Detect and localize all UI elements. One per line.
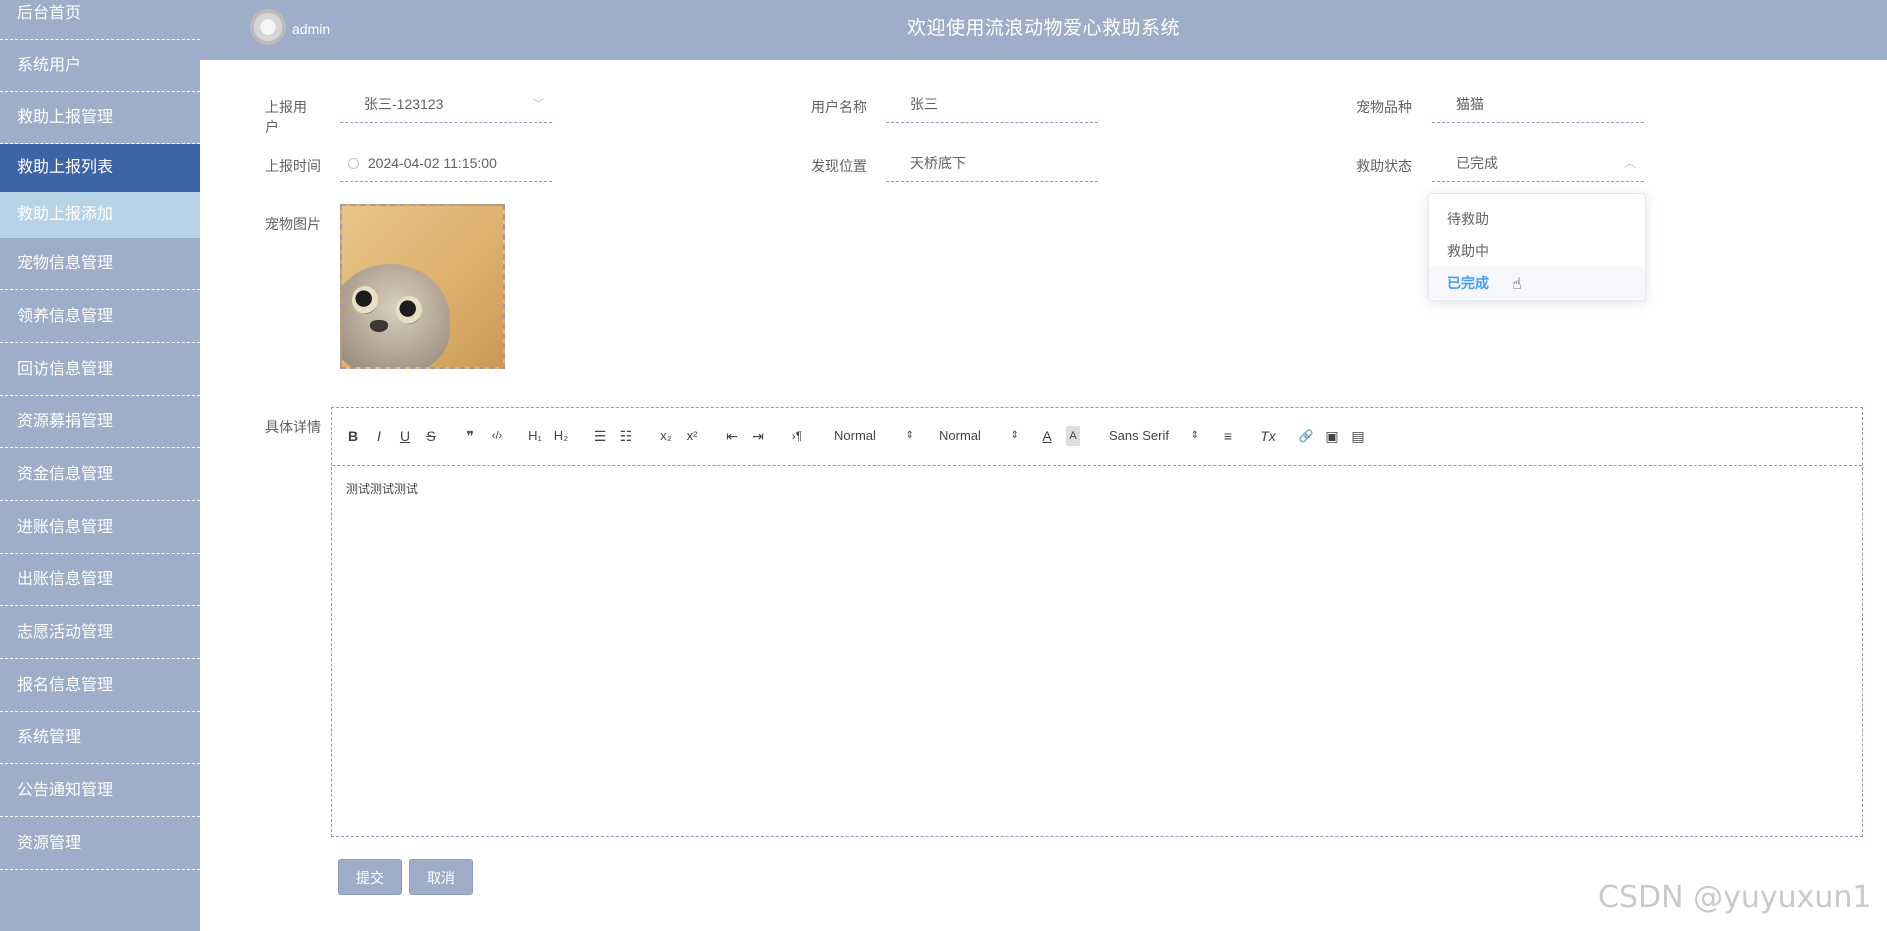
watermark: CSDN @yuyuxun1 — [1598, 880, 1872, 915]
editor-toolbar: B I U S ❞ ‹/› H₁ H₂ ☰ ☷ x₂ x² ⇤ ⇥ ›¶ Nor… — [332, 408, 1862, 466]
sidebar-item-resources[interactable]: 资源管理 — [0, 818, 200, 870]
sidebar-item-follow-up[interactable]: 回访信息管理 — [0, 344, 200, 396]
sidebar-item-rescue-report-add[interactable]: 救助上报添加 — [0, 192, 200, 238]
sidebar-item-rescue-report-list[interactable]: 救助上报列表 — [0, 144, 200, 192]
sidebar-item-home[interactable]: 后台首页 — [0, 0, 200, 40]
outdent-button[interactable]: ⇤ — [724, 426, 740, 446]
sidebar-item-adoption[interactable]: 领养信息管理 — [0, 291, 200, 343]
pet-breed-input[interactable]: 猫猫 — [1432, 85, 1644, 123]
rescue-status-dropdown: 待救助 救助中 已完成 — [1428, 193, 1646, 301]
location-label: 发现位置 — [811, 158, 867, 174]
page-title: 欢迎使用流浪动物爱心救助系统 — [906, 18, 1180, 39]
report-time-label: 上报时间 — [265, 158, 321, 174]
background-color-button[interactable]: A — [1066, 426, 1080, 446]
cat-nose — [370, 320, 388, 332]
blockquote-button[interactable]: ❞ — [462, 426, 478, 446]
details-label: 具体详情 — [265, 419, 321, 435]
cat-photo — [342, 264, 450, 367]
header-select-value: Normal — [939, 428, 981, 443]
report-user-label: 上报用户 — [265, 99, 307, 135]
sidebar-item-pet-info[interactable]: 宠物信息管理 — [0, 238, 200, 290]
strike-button[interactable]: S — [424, 426, 438, 446]
code-button[interactable]: ‹/› — [488, 426, 506, 446]
font-color-button[interactable]: A — [1040, 426, 1054, 446]
h2-button[interactable]: H₂ — [552, 426, 570, 446]
updown-arrow-icon: ⇕ — [905, 430, 914, 441]
sidebar-item-expense[interactable]: 出账信息管理 — [0, 554, 200, 606]
pet-breed-value: 猫猫 — [1456, 96, 1484, 112]
sidebar-item-system-users[interactable]: 系统用户 — [0, 40, 200, 92]
size-select-value: Normal — [834, 428, 876, 443]
location-value: 天桥底下 — [910, 155, 966, 171]
bold-button[interactable]: B — [346, 426, 360, 446]
rescue-status-value: 已完成 — [1456, 155, 1498, 171]
cat-eye-left — [352, 286, 378, 314]
cat-eye-right — [396, 296, 422, 324]
pet-image-upload[interactable] — [340, 204, 505, 369]
chevron-down-icon: ﹀ — [531, 97, 544, 111]
font-select-value: Sans Serif — [1109, 428, 1169, 443]
sidebar-item-funds[interactable]: 资金信息管理 — [0, 449, 200, 501]
report-user-value: 张三-123123 — [364, 96, 444, 112]
header-select[interactable]: Normal ⇕ — [939, 426, 1019, 446]
hand-cursor-icon: ☝ — [1512, 276, 1522, 293]
h1-button[interactable]: H₁ — [526, 426, 544, 446]
user-name-value: 张三 — [910, 96, 938, 112]
video-button[interactable]: ▤ — [1350, 426, 1366, 446]
sidebar-item-volunteer[interactable]: 志愿活动管理 — [0, 607, 200, 659]
size-select[interactable]: Normal ⇕ — [834, 426, 914, 446]
bullet-list-button[interactable]: ☷ — [618, 426, 634, 446]
report-time-value: 2024-04-02 11:15:00 — [367, 155, 497, 171]
user-name-input[interactable]: 张三 — [886, 85, 1098, 123]
ordered-list-button[interactable]: ☰ — [592, 426, 608, 446]
top-header: admin 欢迎使用流浪动物爱心救助系统 — [200, 0, 1887, 60]
superscript-button[interactable]: x² — [684, 426, 700, 446]
sidebar-item-rescue-report-mgmt[interactable]: 救助上报管理 — [0, 92, 200, 144]
font-select[interactable]: Sans Serif ⇕ — [1109, 426, 1199, 446]
clean-format-button[interactable]: Tx — [1259, 426, 1277, 446]
sidebar-item-donation[interactable]: 资源募捐管理 — [0, 396, 200, 448]
updown-arrow-icon: ⇕ — [1010, 430, 1019, 441]
rescue-status-label: 救助状态 — [1356, 158, 1412, 174]
underline-button[interactable]: U — [398, 426, 412, 446]
chevron-up-icon: ︿ — [1623, 156, 1636, 170]
image-button[interactable]: ▣ — [1324, 426, 1340, 446]
link-button[interactable]: 🔗 — [1298, 426, 1314, 446]
status-option-pending[interactable]: 待救助 — [1429, 203, 1645, 235]
updown-arrow-icon: ⇕ — [1190, 430, 1199, 441]
align-button[interactable]: ≡ — [1220, 426, 1236, 446]
sidebar-item-system-mgmt[interactable]: 系统管理 — [0, 712, 200, 764]
indent-button[interactable]: ⇥ — [750, 426, 766, 446]
sidebar-item-announcement[interactable]: 公告通知管理 — [0, 765, 200, 817]
report-user-select[interactable]: 张三-123123 ﹀ — [340, 85, 552, 123]
sidebar: 后台首页 系统用户 救助上报管理 救助上报列表 救助上报添加 宠物信息管理 领养… — [0, 0, 200, 931]
sidebar-item-income[interactable]: 进账信息管理 — [0, 502, 200, 554]
status-option-in-progress[interactable]: 救助中 — [1429, 235, 1645, 267]
text-direction-button[interactable]: ›¶ — [788, 426, 806, 446]
clock-icon — [348, 158, 359, 169]
rescue-status-select[interactable]: 已完成 ︿ — [1432, 144, 1644, 182]
subscript-button[interactable]: x₂ — [658, 426, 674, 446]
location-input[interactable]: 天桥底下 — [886, 144, 1098, 182]
user-name-label: 用户名称 — [811, 99, 867, 115]
report-time-picker[interactable]: 2024-04-02 11:15:00 — [340, 144, 552, 182]
submit-button[interactable]: 提交 — [338, 859, 402, 895]
pet-breed-label: 宠物品种 — [1356, 99, 1412, 115]
status-option-completed[interactable]: 已完成 — [1429, 267, 1645, 299]
editor-content[interactable]: 测试测试测试 — [346, 480, 418, 497]
cancel-button[interactable]: 取消 — [409, 859, 473, 895]
rich-text-editor: B I U S ❞ ‹/› H₁ H₂ ☰ ☷ x₂ x² ⇤ ⇥ ›¶ Nor… — [331, 407, 1863, 837]
italic-button[interactable]: I — [372, 426, 386, 446]
sidebar-item-registration[interactable]: 报名信息管理 — [0, 660, 200, 712]
pet-image-label: 宠物图片 — [265, 216, 321, 232]
